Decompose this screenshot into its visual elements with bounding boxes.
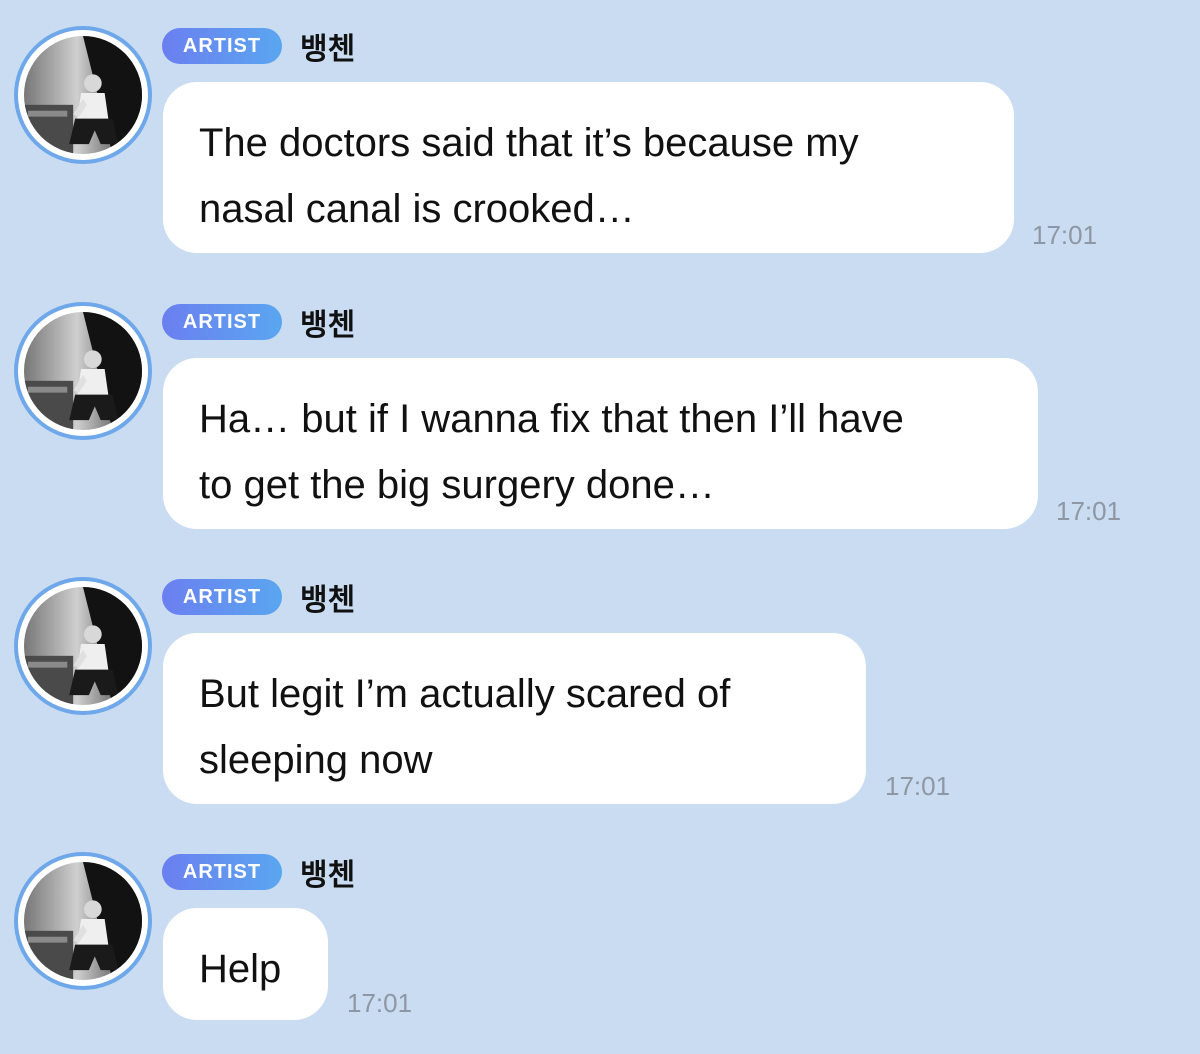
message-text: The doctors said that it’s because my na…: [199, 121, 859, 231]
sender-row: ARTIST 뱅첸: [162, 24, 355, 68]
message-bubble[interactable]: Ha… but if I wanna fix that then I’ll ha…: [163, 358, 1038, 529]
sender-row: ARTIST 뱅첸: [162, 300, 355, 344]
profile-photo-icon: [24, 862, 142, 980]
sender-name[interactable]: 뱅첸: [300, 575, 355, 619]
sender-name[interactable]: 뱅첸: [300, 850, 355, 894]
message-bubble[interactable]: The doctors said that it’s because my na…: [163, 82, 1014, 253]
avatar[interactable]: [14, 302, 152, 440]
profile-photo-icon: [24, 312, 142, 430]
profile-photo-icon: [24, 587, 142, 705]
message-time: 17:01: [885, 771, 951, 801]
artist-badge: ARTIST: [162, 854, 282, 890]
avatar[interactable]: [14, 26, 152, 164]
message-bubble[interactable]: Help: [163, 908, 328, 1020]
sender-name[interactable]: 뱅첸: [300, 24, 355, 68]
avatar[interactable]: [14, 852, 152, 990]
sender-row: ARTIST 뱅첸: [162, 575, 355, 619]
sender-name[interactable]: 뱅첸: [300, 300, 355, 344]
avatar[interactable]: [14, 577, 152, 715]
message-text: Help: [199, 947, 282, 991]
message-time: 17:01: [1056, 496, 1122, 526]
message-text: But legit I’m actually scared of sleepin…: [199, 672, 731, 782]
artist-badge: ARTIST: [162, 28, 282, 64]
profile-photo-icon: [24, 36, 142, 154]
message-time: 17:01: [1032, 220, 1098, 250]
message-bubble[interactable]: But legit I’m actually scared of sleepin…: [163, 633, 866, 804]
artist-badge: ARTIST: [162, 579, 282, 615]
message-text: Ha… but if I wanna fix that then I’ll ha…: [199, 397, 904, 507]
artist-badge: ARTIST: [162, 304, 282, 340]
message-time: 17:01: [347, 988, 413, 1018]
sender-row: ARTIST 뱅첸: [162, 850, 355, 894]
